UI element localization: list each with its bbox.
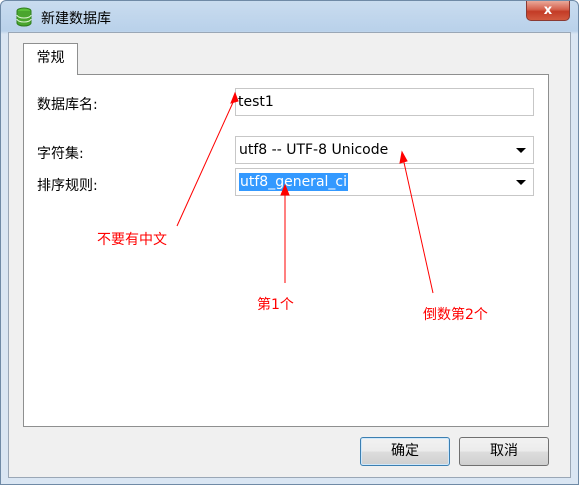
charset-value: utf8 -- UTF-8 Unicode <box>239 142 389 158</box>
chevron-down-icon[interactable] <box>516 180 526 185</box>
dialog-window: 新建数据库 x 常规 数据库名: test1 字符集: utf8 -- UTF-… <box>0 0 579 485</box>
cancel-button[interactable]: 取消 <box>459 437 549 466</box>
db-name-label: 数据库名: <box>37 97 98 113</box>
close-icon: x <box>543 3 553 18</box>
ok-button[interactable]: 确定 <box>360 437 450 466</box>
window-title: 新建数据库 <box>41 11 111 27</box>
title-bar[interactable]: 新建数据库 x <box>1 1 578 33</box>
charset-label: 字符集: <box>37 146 84 162</box>
tab-panel-general: 数据库名: test1 字符集: utf8 -- UTF-8 Unicode 排… <box>23 74 549 427</box>
tab-general[interactable]: 常规 <box>23 43 78 75</box>
collation-value: utf8_general_ci <box>239 173 348 191</box>
close-button[interactable]: x <box>526 1 570 21</box>
collation-label: 排序规则: <box>37 178 98 194</box>
annotation-second-last: 倒数第2个 <box>423 307 488 323</box>
annotation-no-chinese: 不要有中文 <box>97 232 167 248</box>
db-name-value: test1 <box>238 94 274 110</box>
collation-select[interactable]: utf8_general_ci <box>235 168 534 196</box>
chevron-down-icon[interactable] <box>516 148 526 153</box>
dialog-client-area: 常规 数据库名: test1 字符集: utf8 -- UTF-8 Unicod… <box>8 32 571 478</box>
db-name-input[interactable]: test1 <box>235 88 534 116</box>
annotation-first-one: 第1个 <box>257 297 294 313</box>
database-icon <box>16 7 32 27</box>
charset-select[interactable]: utf8 -- UTF-8 Unicode <box>235 136 534 164</box>
